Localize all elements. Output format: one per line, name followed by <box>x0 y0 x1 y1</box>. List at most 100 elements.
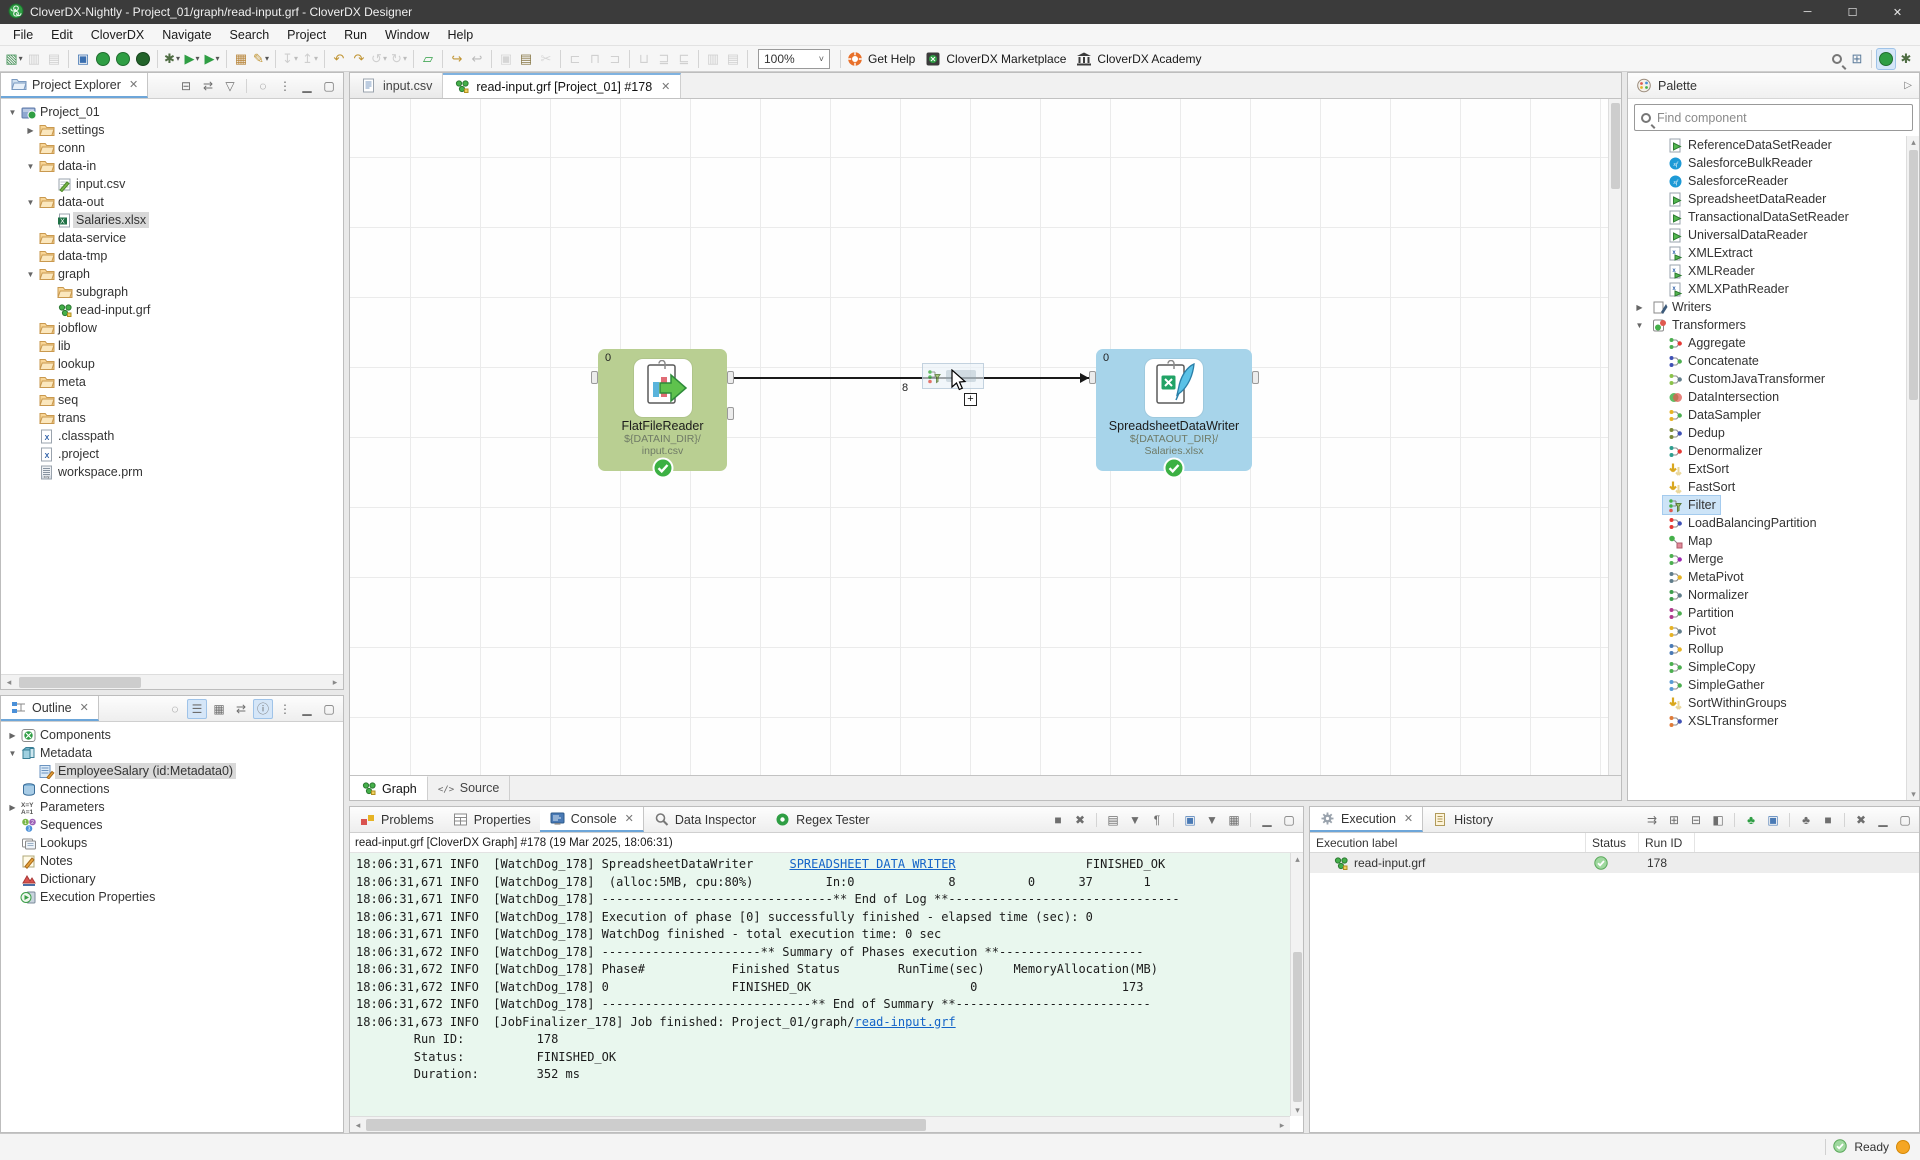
clear-button[interactable]: ▤ <box>1103 810 1123 830</box>
tree-item-jobflow[interactable]: jobflow <box>1 319 343 337</box>
maximize-button[interactable]: ▢ <box>1895 810 1915 830</box>
notification-icon[interactable] <box>1896 1140 1910 1154</box>
academy-label[interactable]: CloverDX Academy <box>1097 52 1201 66</box>
expand-icon[interactable]: ▶ <box>5 803 20 812</box>
close-icon[interactable]: ✕ <box>1404 812 1413 825</box>
dark-clover-button[interactable] <box>133 48 153 70</box>
maximize-window-button[interactable]: ☐ <box>1830 0 1875 24</box>
col-run-id[interactable]: Run ID <box>1639 833 1695 852</box>
lifebuoy-button[interactable] <box>845 48 865 70</box>
palette-item-universaldatareader[interactable]: UniversalDataReader <box>1628 226 1906 244</box>
edge-reader-to-writer[interactable] <box>734 377 1089 379</box>
palette-item-metapivot[interactable]: MetaPivot <box>1628 568 1906 586</box>
expand-icon[interactable]: ▶ <box>23 126 38 135</box>
tree-item-data-service[interactable]: data-service <box>1 229 343 247</box>
tab-problems[interactable]: Problems <box>350 807 443 832</box>
tree-item-project-01[interactable]: ▼ Project_01 <box>1 103 343 121</box>
palette-item-pivot[interactable]: Pivot <box>1628 622 1906 640</box>
console-view-button[interactable]: ▣ <box>73 48 93 70</box>
palette-item-datasampler[interactable]: DataSampler <box>1628 406 1906 424</box>
copy-button[interactable]: ▣ <box>496 48 516 70</box>
tree-item-employeesalary-id-metadata0-[interactable]: EmployeeSalary (id:Metadata0) <box>1 762 343 780</box>
palette-item-xmlxpathreader[interactable]: x XMLXPathReader <box>1628 280 1906 298</box>
palette-item-partition[interactable]: Partition <box>1628 604 1906 622</box>
tree-item-trans[interactable]: trans <box>1 409 343 427</box>
export-button[interactable]: ↥▾ <box>300 48 320 70</box>
back-nav-button[interactable]: ↶ <box>329 48 349 70</box>
align-top-button[interactable]: ⊔ <box>634 48 654 70</box>
view-menu-button[interactable]: ⋮ <box>275 699 295 719</box>
tree-item-dictionary[interactable]: Dictionary <box>1 870 343 888</box>
expand-icon[interactable]: ▶ <box>5 731 20 740</box>
run-configurations-button[interactable]: ▶▾ <box>202 48 222 70</box>
align-center-button[interactable]: ⊓ <box>585 48 605 70</box>
palette-vscrollbar[interactable]: ▴ ▾ <box>1906 136 1919 800</box>
stop-gray-button[interactable]: ■ <box>1818 810 1838 830</box>
new-project-button[interactable] <box>113 48 133 70</box>
palette-item-dedup[interactable]: Dedup <box>1628 424 1906 442</box>
paste-button[interactable]: ▤ <box>516 48 536 70</box>
editor-tab-input.csv[interactable]: input.csv <box>350 73 443 98</box>
maximize-button[interactable]: ▢ <box>319 699 339 719</box>
palette-item-sortwithingroups[interactable]: SortWithinGroups <box>1628 694 1906 712</box>
palette-item-xmlextract[interactable]: x XMLExtract <box>1628 244 1906 262</box>
tree-mode-button[interactable]: ☰ <box>187 699 207 719</box>
cut-button[interactable]: ✂ <box>536 48 556 70</box>
minimize-button[interactable]: ▁ <box>1257 810 1277 830</box>
debug-button[interactable]: ✱▾ <box>162 48 182 70</box>
tree-item-lib[interactable]: lib <box>1 337 343 355</box>
tab-outline[interactable]: Outline ✕ <box>1 696 99 721</box>
word-wrap-button[interactable]: ¶ <box>1147 810 1167 830</box>
node-spreadsheetdatawriter[interactable]: 0 SpreadsheetDataWriter ${DATAOUT_DIR}/S… <box>1096 349 1252 471</box>
align-right-button[interactable]: ⊐ <box>605 48 625 70</box>
menu-file[interactable]: File <box>4 26 42 44</box>
editor-mode-tab-source[interactable]: </>Source <box>428 776 511 800</box>
palette-item-denormalizer[interactable]: Denormalizer <box>1628 442 1906 460</box>
minimize-button[interactable]: ▁ <box>297 76 317 96</box>
redo-button[interactable]: ↻▾ <box>389 48 409 70</box>
clover-ball-button[interactable] <box>93 48 113 70</box>
tree-item-connections[interactable]: Connections <box>1 780 343 798</box>
execution-row[interactable]: read-input.grf 178 <box>1310 853 1919 873</box>
collapse-icon[interactable]: ▼ <box>5 749 20 758</box>
tab-data-inspector[interactable]: Data Inspector <box>644 807 765 832</box>
focus-button[interactable]: ◌ <box>165 699 185 719</box>
console-vscrollbar[interactable]: ▴ ▾ <box>1290 853 1303 1116</box>
stop-button[interactable]: ■ <box>1048 810 1068 830</box>
tab-regex-tester[interactable]: Regex Tester <box>765 807 878 832</box>
minimize-window-button[interactable]: ─ <box>1785 0 1830 24</box>
canvas-vscrollbar[interactable] <box>1608 99 1621 775</box>
palette-item-spreadsheetdatareader[interactable]: SpreadsheetDataReader <box>1628 190 1906 208</box>
marketplace-label[interactable]: CloverDX Marketplace <box>946 52 1066 66</box>
menu-project[interactable]: Project <box>278 26 335 44</box>
editor-mode-tab-graph[interactable]: Graph <box>350 776 428 800</box>
tree-item-sequences[interactable]: 123 Sequences <box>1 816 343 834</box>
menu-cloverdx[interactable]: CloverDX <box>82 26 154 44</box>
tree-item-parameters[interactable]: ▶ X=YA=1 Parameters <box>1 798 343 816</box>
focus-button[interactable]: ◌ <box>253 76 273 96</box>
debug-perspective-button[interactable]: ✱ <box>1896 48 1916 70</box>
menu-navigate[interactable]: Navigate <box>153 26 220 44</box>
collapse-all-button[interactable]: ⊟ <box>176 76 196 96</box>
palette-item-transformers[interactable]: ▼ Transformers <box>1628 316 1906 334</box>
maximize-button[interactable]: ▢ <box>1279 810 1299 830</box>
palette-item-rollup[interactable]: Rollup <box>1628 640 1906 658</box>
collapse-icon[interactable]: ▼ <box>23 270 38 279</box>
palette-item-extsort[interactable]: ExtSort <box>1628 460 1906 478</box>
palette-item-normalizer[interactable]: Normalizer <box>1628 586 1906 604</box>
close-x-button[interactable]: ✖ <box>1070 810 1090 830</box>
align-left-button[interactable]: ⊏ <box>565 48 585 70</box>
briefcase-button[interactable]: ▦ <box>231 48 251 70</box>
menu-window[interactable]: Window <box>376 26 438 44</box>
tree-item-seq[interactable]: seq <box>1 391 343 409</box>
tree-item-metadata[interactable]: ▼ Metadata <box>1 744 343 762</box>
tab-project-explorer[interactable]: Project Explorer ✕ <box>1 73 148 98</box>
tab-console[interactable]: Console ✕ <box>540 807 644 832</box>
palette-item-customjavatransformer[interactable]: CustomJavaTransformer <box>1628 370 1906 388</box>
tree-item-conn[interactable]: conn <box>1 139 343 157</box>
editor-tab-read-input.grf[interactable]: read-input.grf [Project_01] #178 ✕ <box>443 73 681 98</box>
menu-search[interactable]: Search <box>221 26 279 44</box>
graph-tree-button[interactable]: ♣ <box>1741 810 1761 830</box>
expand-all-button[interactable]: ⊞ <box>1664 810 1684 830</box>
clover-perspective-button[interactable] <box>1876 48 1896 70</box>
